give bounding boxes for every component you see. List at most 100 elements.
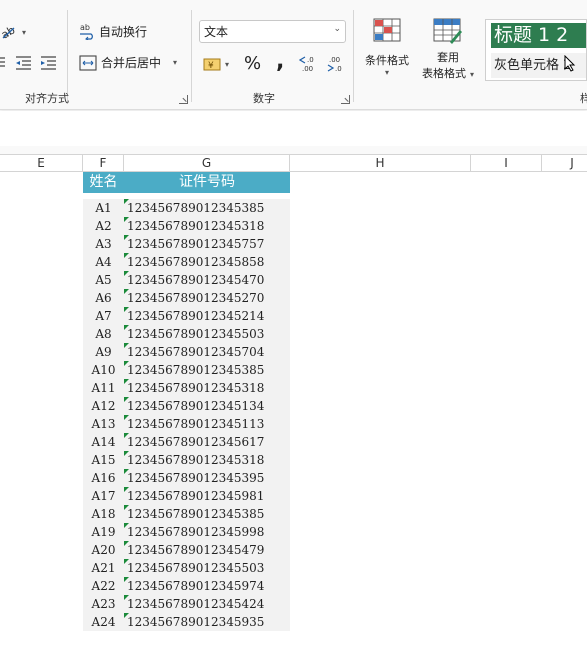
id-number-cell[interactable]: 123456789012345395 xyxy=(124,469,290,487)
name-cell[interactable]: A3 xyxy=(83,235,124,253)
name-cell[interactable]: A7 xyxy=(83,307,124,325)
align-left-edge-button[interactable] xyxy=(0,56,6,70)
merge-center-button[interactable]: 合并后居中 ▾ xyxy=(79,54,177,71)
divider xyxy=(191,10,192,102)
decrease-indent-button[interactable] xyxy=(16,56,32,70)
name-cell[interactable]: A6 xyxy=(83,289,124,307)
table-row: A2 123456789012345318 xyxy=(83,217,290,235)
header-name-cell[interactable]: 姓名 xyxy=(83,172,124,193)
text-number-indicator-icon xyxy=(124,541,129,546)
name-cell[interactable]: A15 xyxy=(83,451,124,469)
column-header-i[interactable]: I xyxy=(471,155,542,172)
worksheet-grid[interactable]: 姓名 证件号码 A1 123456789012345385 A2 1234567890… xyxy=(0,172,587,658)
number-format-value: 文本 xyxy=(204,25,229,39)
id-number-cell[interactable]: 123456789012345998 xyxy=(124,523,290,541)
id-number-cell[interactable]: 123456789012345479 xyxy=(124,541,290,559)
id-number-cell[interactable]: 123456789012345503 xyxy=(124,559,290,577)
increase-indent-button[interactable] xyxy=(41,56,57,70)
name-cell[interactable]: A12 xyxy=(83,397,124,415)
conditional-format-icon xyxy=(373,18,401,42)
id-number-cell[interactable]: 123456789012345385 xyxy=(124,505,290,523)
table-row: A21 123456789012345503 xyxy=(83,559,290,577)
name-cell[interactable]: A18 xyxy=(83,505,124,523)
name-cell[interactable]: A22 xyxy=(83,577,124,595)
column-header-g[interactable]: G xyxy=(124,155,290,172)
conditional-format-button[interactable]: 条件格式 ▾ xyxy=(361,18,413,90)
alignment-group-label: 对齐方式 xyxy=(25,92,69,105)
decrease-decimal-button[interactable]: .00.0 xyxy=(326,54,344,72)
id-number-cell[interactable]: 123456789012345318 xyxy=(124,379,290,397)
increase-decimal-button[interactable]: .0.00 xyxy=(299,54,317,72)
name-cell[interactable]: A5 xyxy=(83,271,124,289)
id-number-cell[interactable]: 123456789012345470 xyxy=(124,271,290,289)
id-number-cell[interactable]: 123456789012345318 xyxy=(124,217,290,235)
name-cell[interactable]: A13 xyxy=(83,415,124,433)
id-number-cell[interactable]: 123456789012345214 xyxy=(124,307,290,325)
id-number-cell[interactable]: 123456789012345704 xyxy=(124,343,290,361)
percent-style-button[interactable]: % xyxy=(244,53,261,74)
column-header-j[interactable]: J xyxy=(542,155,587,172)
name-cell[interactable]: A2 xyxy=(83,217,124,235)
id-number-value: 123456789012345113 xyxy=(127,417,265,431)
name-cell[interactable]: A21 xyxy=(83,559,124,577)
id-number-cell[interactable]: 123456789012345318 xyxy=(124,451,290,469)
comma-style-button[interactable]: , xyxy=(276,49,284,74)
name-cell[interactable]: A17 xyxy=(83,487,124,505)
column-header-f[interactable]: F xyxy=(83,155,124,172)
id-number-cell[interactable]: 123456789012345134 xyxy=(124,397,290,415)
id-number-cell[interactable]: 123456789012345385 xyxy=(124,199,290,217)
svg-text:.0: .0 xyxy=(307,56,314,64)
name-cell[interactable]: A4 xyxy=(83,253,124,271)
id-number-value: 123456789012345503 xyxy=(127,561,265,575)
text-number-indicator-icon xyxy=(124,343,129,348)
id-number-cell[interactable]: 123456789012345113 xyxy=(124,415,290,433)
name-cell[interactable]: A14 xyxy=(83,433,124,451)
format-as-table-label-2: 表格格式 ▾ xyxy=(421,67,474,80)
column-header-h[interactable]: H xyxy=(290,155,471,172)
text-number-indicator-icon xyxy=(124,379,129,384)
name-cell[interactable]: A20 xyxy=(83,541,124,559)
wrap-text-button[interactable]: ab 自动换行 xyxy=(79,22,147,40)
id-number-cell[interactable]: 123456789012345385 xyxy=(124,361,290,379)
name-cell[interactable]: A10 xyxy=(83,361,124,379)
id-number-cell[interactable]: 123456789012345617 xyxy=(124,433,290,451)
id-number-value: 123456789012345981 xyxy=(127,489,265,503)
id-number-cell[interactable]: 123456789012345503 xyxy=(124,325,290,343)
number-dialog-launcher[interactable] xyxy=(341,95,350,104)
name-cell[interactable]: A19 xyxy=(83,523,124,541)
text-number-indicator-icon xyxy=(124,271,129,276)
name-cell[interactable]: A1 xyxy=(83,199,124,217)
name-cell[interactable]: A16 xyxy=(83,469,124,487)
chevron-down-icon[interactable]: ⌄ xyxy=(333,24,341,34)
column-header-bar: E F G H I J xyxy=(0,154,587,172)
header-id-cell[interactable]: 证件号码 xyxy=(124,172,290,193)
number-format-select[interactable]: 文本 ⌄ xyxy=(199,20,346,43)
merge-center-label: 合并后居中 xyxy=(101,56,162,70)
id-number-cell[interactable]: 123456789012345757 xyxy=(124,235,290,253)
column-header-e[interactable]: E xyxy=(0,155,83,172)
name-cell[interactable]: A11 xyxy=(83,379,124,397)
name-cell[interactable]: A23 xyxy=(83,595,124,613)
align-lines-icon xyxy=(0,57,5,67)
alignment-dialog-launcher[interactable] xyxy=(179,95,188,104)
accounting-format-button[interactable]: ¥ ▾ xyxy=(203,56,229,72)
ribbon: ab ▾ ab 自动换行 合并后居中 ▾ 对齐方式 文本 ⌄ ¥ ▾ % , .… xyxy=(0,0,587,110)
chevron-down-icon[interactable]: ▾ xyxy=(173,58,177,67)
id-number-cell[interactable]: 123456789012345935 xyxy=(124,613,290,631)
orientation-button[interactable]: ab ▾ xyxy=(0,24,26,40)
name-cell[interactable]: A24 xyxy=(83,613,124,631)
table-row: A5 123456789012345470 xyxy=(83,271,290,289)
id-number-cell[interactable]: 123456789012345981 xyxy=(124,487,290,505)
format-as-table-button[interactable]: 套用 表格格式 ▾ xyxy=(416,18,480,90)
name-cell[interactable]: A8 xyxy=(83,325,124,343)
id-number-cell[interactable]: 123456789012345858 xyxy=(124,253,290,271)
conditional-format-label: 条件格式 xyxy=(365,54,409,67)
style-heading-1-2[interactable]: 标题 1 2 xyxy=(491,23,586,48)
text-number-indicator-icon xyxy=(124,307,129,312)
id-number-cell[interactable]: 123456789012345974 xyxy=(124,577,290,595)
id-number-cell[interactable]: 123456789012345424 xyxy=(124,595,290,613)
id-number-value: 123456789012345385 xyxy=(127,363,265,377)
id-number-cell[interactable]: 123456789012345270 xyxy=(124,289,290,307)
text-number-indicator-icon xyxy=(124,595,129,600)
name-cell[interactable]: A9 xyxy=(83,343,124,361)
